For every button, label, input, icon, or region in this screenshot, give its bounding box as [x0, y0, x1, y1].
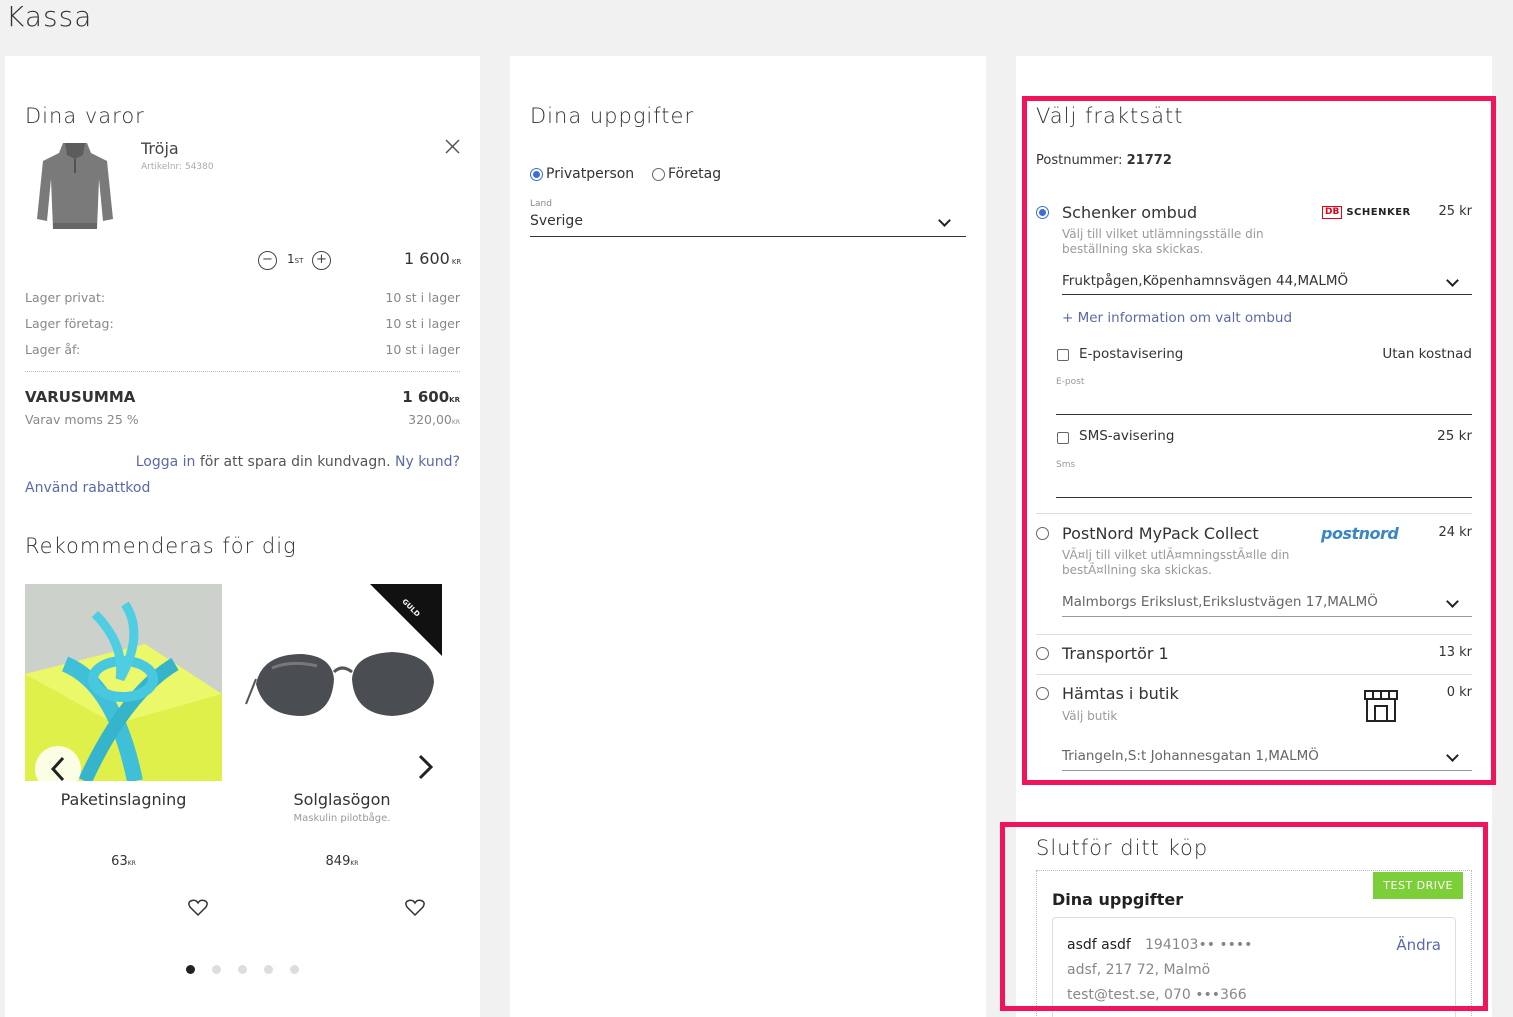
product-name-solglasogon[interactable]: Solglasögon [242, 790, 442, 809]
product-price-solglasogon: 849KR [325, 854, 359, 869]
cart-heading: Dina varor [25, 104, 145, 128]
details-heading: Dina uppgifter [530, 104, 695, 128]
favorite-heart-icon[interactable] [405, 899, 425, 921]
product-name-paketinslagning[interactable]: Paketinslagning [25, 790, 222, 809]
cart-column: Dina varor Tröja Artikelnr: 54380 − 1ST … [5, 56, 480, 1017]
carousel-dot[interactable] [238, 965, 247, 974]
carousel-dot[interactable] [290, 965, 299, 974]
label-foretag[interactable]: Företag [668, 166, 721, 182]
divider [25, 371, 460, 372]
carousel-dot[interactable] [264, 965, 273, 974]
increase-qty-button[interactable]: + [312, 251, 331, 270]
checkout-highlight-box [1000, 822, 1488, 1011]
chevron-down-icon[interactable] [938, 214, 951, 227]
item-price: 1 600 KR [404, 249, 462, 268]
page-title: Kassa [6, 0, 93, 33]
carousel-prev-button[interactable] [35, 746, 81, 792]
qty-value: 1ST [287, 252, 304, 266]
sum-value: 1 600KR [402, 388, 460, 406]
product-article-number: Artikelnr: 54380 [141, 162, 214, 172]
carousel-next-button[interactable] [413, 752, 437, 786]
remove-item-icon[interactable] [444, 138, 461, 159]
login-link[interactable]: Logga in [136, 454, 196, 470]
label-privatperson[interactable]: Privatperson [546, 166, 634, 182]
stock-value-af: 10 st i lager [385, 342, 460, 357]
radio-privatperson[interactable] [530, 168, 543, 181]
vat-value: 320,00KR [408, 412, 460, 427]
stock-label-af: Lager åf: [25, 342, 81, 357]
product-image-troja[interactable] [35, 139, 115, 234]
product-price-paketinslagning: 63KR [111, 854, 136, 869]
login-text: för att spara din kundvagn. [199, 454, 391, 470]
stock-label-company: Lager företag: [25, 316, 114, 331]
guld-badge: GULD [370, 584, 442, 656]
carousel-dot[interactable] [212, 965, 221, 974]
stock-label-private: Lager privat: [25, 290, 106, 305]
login-prompt: Logga in för att spara din kundvagn. Ny … [136, 454, 460, 470]
country-select[interactable]: Sverige [530, 213, 583, 229]
carousel-dot[interactable] [186, 965, 195, 974]
sum-label: VARUSUMMA [25, 388, 136, 406]
product-name[interactable]: Tröja [141, 139, 179, 158]
details-column: Dina uppgifter Privatperson Företag Land… [510, 56, 986, 1017]
favorite-heart-icon[interactable] [188, 899, 208, 921]
radio-foretag[interactable] [652, 168, 665, 181]
vat-label: Varav moms 25 % [25, 412, 139, 427]
stock-value-company: 10 st i lager [385, 316, 460, 331]
shipping-highlight-box [1022, 96, 1496, 785]
recommend-heading: Rekommenderas för dig [25, 534, 297, 558]
product-desc-solglasogon: Maskulin pilotbåge. [293, 813, 391, 824]
country-select-underline [530, 236, 966, 237]
decrease-qty-button[interactable]: − [258, 251, 277, 270]
discount-code-link[interactable]: Använd rabattkod [25, 480, 150, 496]
new-customer-link[interactable]: Ny kund? [395, 454, 460, 470]
country-label: Land [530, 199, 552, 209]
stock-value-private: 10 st i lager [385, 290, 460, 305]
